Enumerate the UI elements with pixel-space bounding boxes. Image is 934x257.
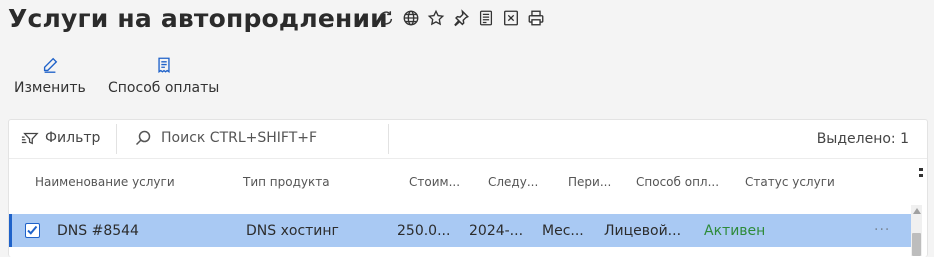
column-header-name[interactable]: Наименование услуги (35, 175, 175, 189)
row-actions-button[interactable]: ··· (874, 222, 890, 238)
filter-label: Фильтр (45, 130, 101, 146)
table-row[interactable]: DNS #8544 DNS хостинг 250.0... 2024-... … (9, 214, 912, 247)
services-grid: Фильтр Выделено: 1 Наименование услуги Т… (8, 119, 928, 257)
table-header: Наименование услуги Тип продукта Стоим..… (9, 160, 927, 206)
column-header-status[interactable]: Статус услуги (745, 175, 835, 189)
selected-count: Выделено: 1 (816, 131, 909, 147)
divider (116, 124, 117, 154)
refresh-icon[interactable] (376, 8, 396, 28)
pencil-icon (40, 54, 60, 76)
checkmark-icon (27, 225, 38, 235)
column-header-next[interactable]: Следу... (488, 175, 538, 189)
divider (388, 124, 389, 154)
scroll-thumb[interactable] (912, 233, 921, 256)
search-box[interactable] (135, 130, 381, 146)
search-icon (135, 130, 151, 146)
column-header-cost[interactable]: Стоим... (409, 175, 460, 189)
cell-product-type: DNS хостинг (246, 223, 339, 239)
cell-status: Активен (704, 223, 766, 239)
document-icon[interactable] (476, 8, 496, 28)
edit-label: Изменить (14, 80, 86, 96)
filter-bar: Фильтр Выделено: 1 (9, 120, 927, 159)
print-icon[interactable] (526, 8, 546, 28)
column-header-product-type[interactable]: Тип продукта (243, 175, 330, 189)
pin-icon[interactable] (451, 8, 471, 28)
title-actions (376, 8, 546, 28)
cell-name: DNS #8544 (57, 223, 139, 239)
row-checkbox[interactable] (25, 223, 40, 238)
vertical-scrollbar[interactable] (911, 205, 922, 256)
cell-cost: 250.0... (397, 223, 451, 239)
payment-method-label: Способ оплаты (108, 80, 220, 96)
search-input[interactable] (161, 130, 381, 146)
cell-period: Мес... (542, 223, 584, 239)
globe-icon[interactable] (401, 8, 421, 28)
page-title: Услуги на автопродлении (8, 4, 388, 33)
cell-payment-method: Лицевой... (604, 223, 682, 239)
column-header-payment-method[interactable]: Способ опл... (636, 175, 719, 189)
star-icon[interactable] (426, 8, 446, 28)
column-header-period[interactable]: Пери... (568, 175, 611, 189)
column-menu-icon[interactable] (919, 168, 925, 180)
excel-icon[interactable] (501, 8, 521, 28)
payment-method-button[interactable]: Способ оплаты (108, 54, 219, 96)
receipt-icon (154, 54, 174, 76)
edit-button[interactable]: Изменить (14, 54, 86, 96)
filter-icon (21, 132, 39, 145)
cell-next: 2024-... (469, 223, 524, 239)
scroll-up-arrow-icon[interactable] (913, 208, 921, 214)
filter-button[interactable]: Фильтр (21, 130, 100, 146)
